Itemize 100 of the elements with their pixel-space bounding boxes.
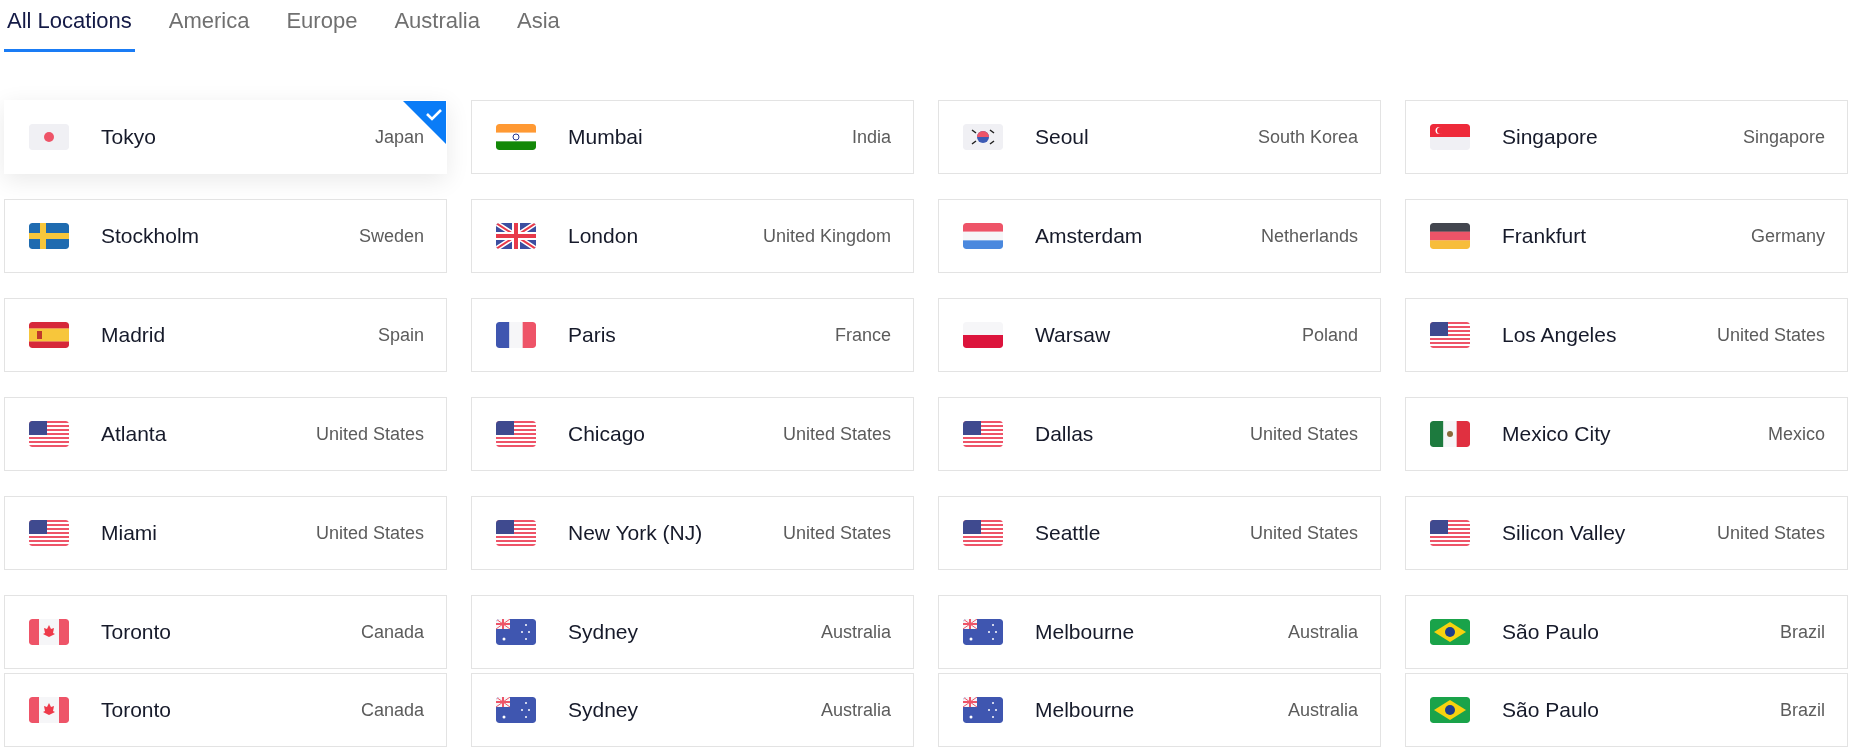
city-name: Amsterdam <box>1035 224 1144 248</box>
country-name: South Korea <box>1257 126 1358 148</box>
country-name: United States <box>1716 324 1825 346</box>
country-name: Canada <box>360 621 424 643</box>
country-name: United States <box>782 423 891 445</box>
city-name: Atlanta <box>101 422 168 446</box>
city-name: Miami <box>101 521 158 545</box>
location-card[interactable]: Amsterdam Netherlands <box>938 199 1381 273</box>
location-card[interactable]: Melbourne Australia <box>938 673 1381 747</box>
flag-icon <box>963 223 1003 249</box>
flag-icon <box>29 124 69 150</box>
location-card[interactable]: New York (NJ) United States <box>471 496 914 570</box>
flag-icon <box>496 322 536 348</box>
location-card[interactable]: Sydney Australia <box>471 673 914 747</box>
location-card[interactable]: Seoul South Korea <box>938 100 1381 174</box>
flag-icon <box>963 697 1003 723</box>
country-name: Germany <box>1750 225 1825 247</box>
city-name: Mexico City <box>1502 422 1612 446</box>
city-name: Toronto <box>101 620 173 644</box>
location-card[interactable]: Warsaw Poland <box>938 298 1381 372</box>
city-name: Singapore <box>1502 125 1599 149</box>
region-tab[interactable]: America <box>165 0 253 52</box>
country-name: Singapore <box>1742 126 1825 148</box>
flag-icon <box>496 421 536 447</box>
location-card[interactable]: London United Kingdom <box>471 199 914 273</box>
city-name: Melbourne <box>1035 620 1136 644</box>
location-card[interactable]: Madrid Spain <box>4 298 447 372</box>
location-card[interactable]: Mexico City Mexico <box>1405 397 1848 471</box>
flag-icon <box>29 619 69 645</box>
city-name: Seoul <box>1035 125 1090 149</box>
country-name: United States <box>782 522 891 544</box>
city-name: New York (NJ) <box>568 521 704 545</box>
location-card[interactable]: Tokyo Japan <box>4 100 447 174</box>
location-card[interactable]: Sydney Australia <box>471 595 914 669</box>
country-name: France <box>834 324 891 346</box>
city-name: Mumbai <box>568 125 644 149</box>
country-name: Australia <box>1287 699 1358 721</box>
country-name: India <box>851 126 891 148</box>
flag-icon <box>29 421 69 447</box>
city-name: Paris <box>568 323 617 347</box>
flag-icon <box>1430 619 1470 645</box>
flag-icon <box>1430 322 1470 348</box>
flag-icon <box>1430 520 1470 546</box>
region-tab[interactable]: Europe <box>283 0 361 52</box>
flag-icon <box>1430 124 1470 150</box>
flag-icon <box>496 223 536 249</box>
country-name: Japan <box>374 126 424 148</box>
location-card[interactable]: Chicago United States <box>471 397 914 471</box>
location-card[interactable]: Melbourne Australia <box>938 595 1381 669</box>
city-name: Melbourne <box>1035 698 1136 722</box>
location-card[interactable]: Atlanta United States <box>4 397 447 471</box>
location-card[interactable]: Dallas United States <box>938 397 1381 471</box>
city-name: São Paulo <box>1502 698 1600 722</box>
region-tab[interactable]: All Locations <box>4 0 135 52</box>
location-card[interactable]: Silicon Valley United States <box>1405 496 1848 570</box>
location-card[interactable]: São Paulo Brazil <box>1405 595 1848 669</box>
location-card[interactable]: Frankfurt Germany <box>1405 199 1848 273</box>
location-card[interactable]: Toronto Canada <box>4 673 447 747</box>
country-name: Brazil <box>1780 699 1825 721</box>
flag-icon <box>29 697 69 723</box>
country-name: Australia <box>1287 621 1358 643</box>
city-name: Dallas <box>1035 422 1095 446</box>
flag-icon <box>496 124 536 150</box>
location-card[interactable]: Seattle United States <box>938 496 1381 570</box>
country-name: Poland <box>1301 324 1358 346</box>
flag-icon <box>963 322 1003 348</box>
flag-icon <box>1430 223 1470 249</box>
country-name: United States <box>1716 522 1825 544</box>
flag-icon <box>496 520 536 546</box>
flag-icon <box>496 697 536 723</box>
flag-icon <box>29 322 69 348</box>
city-name: Toronto <box>101 698 173 722</box>
country-name: Spain <box>377 324 424 346</box>
location-card[interactable]: Miami United States <box>4 496 447 570</box>
region-tab[interactable]: Asia <box>514 0 563 52</box>
city-name: Silicon Valley <box>1502 521 1627 545</box>
country-name: Australia <box>820 621 891 643</box>
country-name: United States <box>315 522 424 544</box>
location-card[interactable]: Mumbai India <box>471 100 914 174</box>
flag-icon <box>963 619 1003 645</box>
location-card[interactable]: Toronto Canada <box>4 595 447 669</box>
city-name: Sydney <box>568 698 640 722</box>
region-tab[interactable]: Australia <box>391 0 483 52</box>
country-name: Canada <box>360 699 424 721</box>
location-card[interactable]: São Paulo Brazil <box>1405 673 1848 747</box>
city-name: Warsaw <box>1035 323 1112 347</box>
flag-icon <box>963 520 1003 546</box>
flag-icon <box>1430 421 1470 447</box>
location-card[interactable]: Paris France <box>471 298 914 372</box>
flag-icon <box>29 223 69 249</box>
location-card[interactable]: Singapore Singapore <box>1405 100 1848 174</box>
country-name: Mexico <box>1768 423 1825 445</box>
city-name: Madrid <box>101 323 167 347</box>
flag-icon <box>963 421 1003 447</box>
location-card[interactable]: Stockholm Sweden <box>4 199 447 273</box>
country-name: United States <box>1249 423 1358 445</box>
city-name: Stockholm <box>101 224 201 248</box>
country-name: United States <box>315 423 424 445</box>
flag-icon <box>963 124 1003 150</box>
location-card[interactable]: Los Angeles United States <box>1405 298 1848 372</box>
